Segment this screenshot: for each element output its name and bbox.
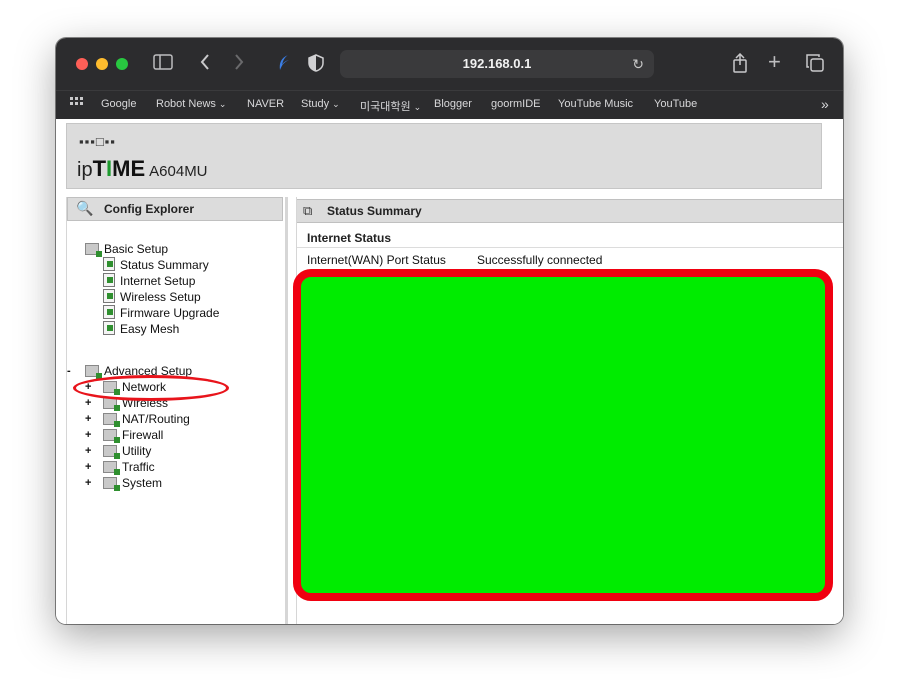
tree-basic-setup[interactable]: Basic Setup bbox=[85, 241, 168, 257]
collapse-toggle[interactable]: - bbox=[67, 363, 77, 379]
config-explorer-title: Config Explorer bbox=[104, 202, 195, 216]
apps-grid-icon[interactable] bbox=[70, 97, 84, 112]
bookmark-google[interactable]: Google bbox=[101, 98, 136, 110]
bookmark-grad-school[interactable]: 미국대학원 ⌄ bbox=[360, 98, 421, 114]
expand-toggle[interactable]: + bbox=[85, 459, 95, 475]
close-window-button[interactable] bbox=[76, 58, 88, 70]
tree-nat-routing[interactable]: + NAT/Routing bbox=[85, 411, 190, 427]
tree-internet-setup[interactable]: Internet Setup bbox=[103, 273, 195, 289]
bookmark-robot-news[interactable]: Robot News ⌄ bbox=[156, 98, 226, 110]
lock-folder-icon bbox=[103, 429, 120, 443]
iptime-logo: ipTIME A604MU bbox=[77, 156, 208, 181]
tree-traffic[interactable]: + Traffic bbox=[85, 459, 155, 475]
sidebar-icon[interactable] bbox=[153, 54, 173, 74]
wan-port-status-value: Successfully connected bbox=[477, 253, 603, 267]
chevron-down-icon: ⌄ bbox=[332, 99, 340, 109]
status-window-icon: ⧉ bbox=[303, 203, 313, 218]
redacted-area bbox=[293, 269, 833, 601]
tree-firmware-upgrade[interactable]: Firmware Upgrade bbox=[103, 305, 219, 321]
expand-toggle[interactable]: + bbox=[85, 427, 95, 443]
expand-toggle[interactable]: + bbox=[85, 443, 95, 459]
address-text: 192.168.0.1 bbox=[462, 56, 532, 71]
wan-port-status-label: Internet(WAN) Port Status bbox=[307, 253, 446, 267]
status-summary-title: Status Summary bbox=[327, 204, 422, 218]
expand-toggle[interactable]: + bbox=[85, 475, 95, 491]
routing-folder-icon bbox=[103, 413, 120, 427]
status-summary-header: ⧉ Status Summary bbox=[297, 199, 843, 223]
folder-icon bbox=[85, 243, 102, 257]
share-icon[interactable] bbox=[732, 52, 748, 77]
tree-easy-mesh[interactable]: Easy Mesh bbox=[103, 321, 179, 337]
tree-wireless-setup[interactable]: Wireless Setup bbox=[103, 289, 201, 305]
utility-folder-icon bbox=[103, 445, 120, 459]
network-annotation-oval bbox=[73, 375, 229, 401]
more-bookmarks-icon[interactable]: » bbox=[821, 96, 829, 112]
reload-icon[interactable]: ↻ bbox=[632, 50, 644, 78]
tree-utility[interactable]: + Utility bbox=[85, 443, 151, 459]
bookmark-naver[interactable]: NAVER bbox=[247, 98, 284, 110]
config-explorer-panel: 🔍 Config Explorer Basic Setup Status Sum… bbox=[66, 197, 288, 624]
brand-dots-logo: ▪▪▪□▪▪ bbox=[79, 134, 116, 149]
bookmark-study[interactable]: Study ⌄ bbox=[301, 98, 340, 110]
config-explorer-header: 🔍 Config Explorer bbox=[67, 197, 283, 221]
tree-firewall[interactable]: + Firewall bbox=[85, 427, 163, 443]
router-header: ▪▪▪□▪▪ ipTIME A604MU bbox=[66, 123, 822, 189]
bookmark-youtube[interactable]: YouTube bbox=[654, 98, 697, 110]
mesh-page-icon bbox=[103, 321, 115, 335]
bookmark-goormide[interactable]: goormIDE bbox=[491, 98, 541, 110]
router-admin-page: ▪▪▪□▪▪ ipTIME A604MU 🔍 Config Explorer Ba… bbox=[56, 119, 843, 624]
chevron-down-icon: ⌄ bbox=[413, 102, 422, 112]
bookmark-blogger[interactable]: Blogger bbox=[434, 98, 472, 110]
new-tab-icon[interactable]: + bbox=[768, 51, 781, 73]
traffic-chart-folder-icon bbox=[103, 461, 120, 475]
wan-port-status-row: Internet(WAN) Port Status Successfully c… bbox=[307, 253, 602, 267]
folder-icon bbox=[85, 365, 102, 379]
system-folder-icon bbox=[103, 477, 120, 491]
router-model: A604MU bbox=[149, 163, 208, 180]
browser-titlebar: 192.168.0.1 ↻ + bbox=[56, 38, 843, 90]
internet-status-section: Internet Status bbox=[297, 227, 843, 248]
monitor-page-icon bbox=[103, 273, 115, 287]
bar-chart-page-icon bbox=[103, 257, 115, 271]
chevron-down-icon: ⌄ bbox=[218, 99, 227, 109]
tree-system[interactable]: + System bbox=[85, 475, 162, 491]
tab-overview-icon[interactable] bbox=[806, 54, 824, 76]
wifi-page-icon bbox=[103, 289, 115, 303]
zoom-window-button[interactable] bbox=[116, 58, 128, 70]
extension-feather-icon[interactable] bbox=[276, 54, 292, 76]
bookmarks-bar: Google Robot News ⌄ NAVER Study ⌄ 미국대학원 ⌄ B… bbox=[56, 90, 843, 119]
upgrade-arrow-page-icon bbox=[103, 305, 115, 319]
privacy-shield-icon[interactable] bbox=[308, 54, 324, 76]
bookmark-youtube-music[interactable]: YouTube Music bbox=[558, 98, 633, 110]
search-config-icon: 🔍 bbox=[76, 200, 94, 216]
address-bar[interactable]: 192.168.0.1 ↻ bbox=[340, 50, 654, 78]
forward-icon[interactable] bbox=[233, 53, 245, 75]
tree-status-summary[interactable]: Status Summary bbox=[103, 257, 209, 273]
expand-toggle[interactable]: + bbox=[85, 411, 95, 427]
internet-status-title: Internet Status bbox=[307, 231, 392, 245]
status-summary-panel: ⧉ Status Summary Internet Status Interne… bbox=[293, 197, 843, 624]
expand-toggle[interactable]: + bbox=[85, 395, 95, 411]
back-icon[interactable] bbox=[199, 53, 211, 75]
browser-window: 192.168.0.1 ↻ + Google Robot News ⌄ NAVER… bbox=[56, 38, 843, 624]
minimize-window-button[interactable] bbox=[96, 58, 108, 70]
